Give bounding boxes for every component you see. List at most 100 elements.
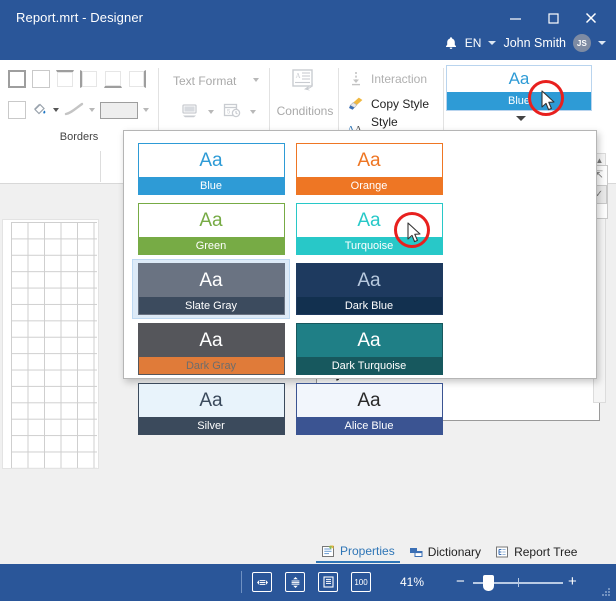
- border-bottom-icon[interactable]: [104, 70, 122, 88]
- style-action-list: Interaction Copy Style AA Style Designer: [347, 68, 443, 139]
- text-format-chevron-down-icon[interactable]: [253, 82, 259, 96]
- zoom-out-button[interactable]: −: [456, 576, 465, 588]
- tab-report-tree[interactable]: Report Tree: [490, 541, 582, 563]
- style-swatch-sample: Aa: [139, 144, 284, 177]
- style-gallery-dropdown[interactable]: AaBlueAaOrangeAaGreenAaTurquoiseAaSlate …: [123, 130, 597, 379]
- avatar[interactable]: JS: [573, 34, 591, 52]
- style-gallery-item-dark-turquoise[interactable]: AaDark Turquoise: [290, 319, 448, 379]
- zoom-slider-thumb[interactable]: [483, 575, 494, 591]
- style-swatch-sample: Aa: [139, 324, 284, 357]
- style-swatch-sample: Aa: [297, 384, 442, 417]
- style-gallery-item-dark-blue[interactable]: AaDark Blue: [290, 259, 448, 319]
- zoom-in-button[interactable]: +: [568, 576, 577, 588]
- fill-color-icon[interactable]: [31, 100, 48, 120]
- style-swatch-sample: Aa: [297, 264, 442, 297]
- maximize-button[interactable]: [534, 4, 572, 32]
- status-bar: 100 41% − +: [0, 564, 616, 601]
- close-button[interactable]: [572, 4, 610, 32]
- text-format-icon-row: 5: [181, 102, 256, 121]
- border-left-icon[interactable]: [80, 70, 98, 88]
- display-format-icon[interactable]: [181, 103, 199, 121]
- title-bar: Report.mrt - Designer EN John Smith JS: [0, 0, 616, 60]
- zoom-slider-tick: [518, 578, 519, 587]
- style-gallery-item-blue[interactable]: AaBlue: [132, 139, 290, 199]
- style-swatch-name: Silver: [139, 417, 284, 434]
- copy-style-icon: [347, 95, 364, 112]
- align-width-icon[interactable]: [252, 572, 272, 592]
- style-preview-name: Blue: [447, 92, 591, 110]
- tab-properties[interactable]: Properties: [316, 541, 400, 563]
- tab-dictionary-label: Dictionary: [428, 545, 481, 559]
- designer-window: Report.mrt - Designer EN John Smith JS: [0, 0, 616, 601]
- text-format-label[interactable]: Text Format: [173, 74, 236, 88]
- dictionary-icon: [409, 545, 423, 559]
- fill-color-chevron-down-icon[interactable]: [53, 108, 59, 112]
- style-swatch: AaGreen: [138, 203, 285, 255]
- style-swatch-name: Dark Gray: [139, 357, 284, 374]
- style-swatch-name: Dark Turquoise: [297, 357, 442, 374]
- border-style-chevron-down-icon[interactable]: [89, 108, 95, 112]
- status-divider: [241, 571, 242, 593]
- style-preview-sample: Aa: [447, 66, 591, 92]
- style-gallery-item-dark-gray[interactable]: AaDark Gray: [132, 319, 290, 379]
- dock-tabbar: Properties Dictionary Report Tree: [316, 540, 612, 564]
- style-gallery-item-silver[interactable]: AaSilver: [132, 379, 290, 439]
- display-format-chevron-down-icon[interactable]: [208, 110, 214, 114]
- account-chevron-down-icon[interactable]: [598, 41, 606, 45]
- tab-properties-label: Properties: [340, 544, 395, 558]
- style-gallery-item-slate-gray[interactable]: AaSlate Gray: [132, 259, 290, 319]
- bell-icon[interactable]: [444, 36, 458, 51]
- interaction-menu-item[interactable]: Interaction: [347, 68, 443, 89]
- account-area: EN John Smith JS: [444, 34, 606, 52]
- fit-page-icon[interactable]: [318, 572, 338, 592]
- status-icon-group: 100: [252, 572, 371, 592]
- border-all-icon[interactable]: [8, 70, 26, 88]
- style-swatch-name: Green: [139, 237, 284, 254]
- style-swatch: AaSilver: [138, 383, 285, 435]
- style-gallery-expand-icon[interactable]: [516, 116, 526, 121]
- user-name[interactable]: John Smith: [503, 36, 566, 50]
- style-swatch-sample: Aa: [139, 204, 284, 237]
- border-top-icon[interactable]: [56, 70, 74, 88]
- resize-grip[interactable]: [600, 586, 612, 598]
- style-swatch-name: Dark Blue: [297, 297, 442, 314]
- border-none-icon[interactable]: [32, 70, 50, 88]
- conditions-label[interactable]: Conditions: [274, 104, 336, 118]
- style-preview-button[interactable]: Aa Blue: [446, 65, 592, 111]
- style-gallery-item-green[interactable]: AaGreen: [132, 199, 290, 259]
- copy-style-label: Copy Style: [371, 97, 429, 111]
- conditions-icon[interactable]: A: [290, 68, 320, 101]
- svg-text:A: A: [296, 72, 301, 80]
- copy-style-menu-item[interactable]: Copy Style: [347, 93, 443, 114]
- style-swatch-sample: Aa: [139, 264, 284, 297]
- style-swatch: AaSlate Gray: [138, 263, 285, 315]
- style-swatch: AaOrange: [296, 143, 443, 195]
- border-color-chevron-down-icon[interactable]: [143, 108, 149, 112]
- svg-text:5: 5: [227, 110, 231, 116]
- window-title: Report.mrt - Designer: [16, 10, 143, 25]
- mouse-cursor-slate-gray: [407, 222, 422, 244]
- language-label[interactable]: EN: [465, 36, 482, 50]
- align-height-icon[interactable]: [285, 572, 305, 592]
- border-style-icon[interactable]: [64, 102, 84, 119]
- style-gallery-item-alice-blue[interactable]: AaAlice Blue: [290, 379, 448, 439]
- date-format-icon[interactable]: 5: [223, 102, 241, 121]
- border-right-icon[interactable]: [128, 70, 146, 88]
- border-box-icon[interactable]: [8, 101, 26, 119]
- minimize-button[interactable]: [496, 4, 534, 32]
- border-color-icon[interactable]: [100, 102, 138, 119]
- style-swatch-sample: Aa: [297, 144, 442, 177]
- style-swatch: AaDark Blue: [296, 263, 443, 315]
- tab-dictionary[interactable]: Dictionary: [404, 541, 486, 563]
- style-swatch-name: Alice Blue: [297, 417, 442, 434]
- date-format-chevron-down-icon[interactable]: [250, 110, 256, 114]
- canvas-grid: [11, 222, 97, 468]
- zoom-100-icon[interactable]: 100: [351, 572, 371, 592]
- style-gallery-grid: AaBlueAaOrangeAaGreenAaTurquoiseAaSlate …: [132, 139, 594, 439]
- style-swatch-sample: Aa: [297, 324, 442, 357]
- borders-bottom-row: [8, 100, 149, 120]
- mouse-cursor-style-button: [541, 90, 556, 112]
- style-gallery-item-orange[interactable]: AaOrange: [290, 139, 448, 199]
- chevron-down-icon[interactable]: [488, 41, 496, 45]
- report-canvas-page[interactable]: [2, 219, 99, 469]
